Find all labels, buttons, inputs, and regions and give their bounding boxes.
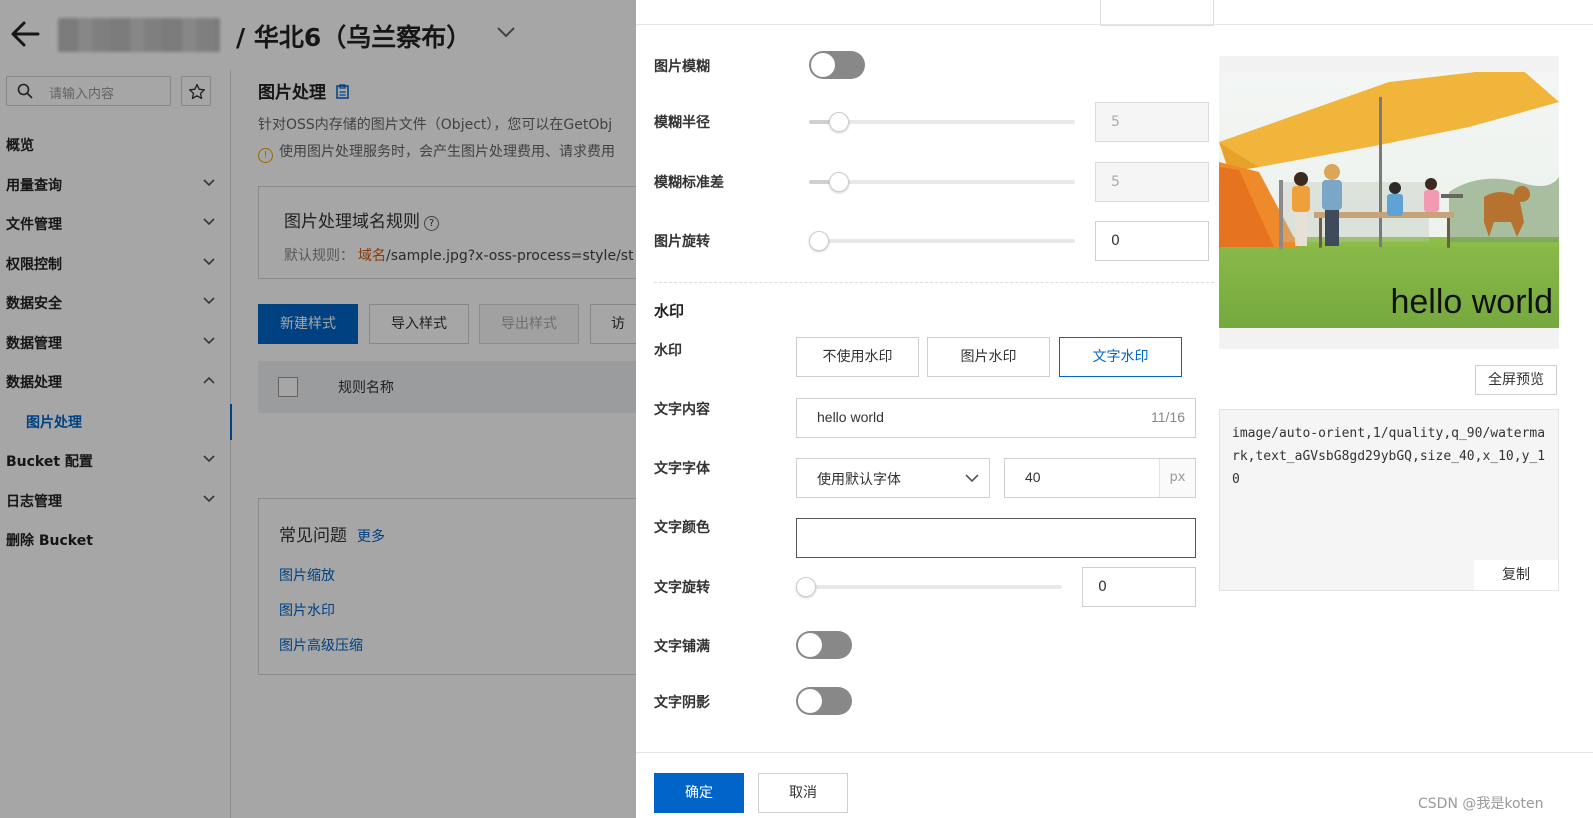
blur-sigma-input[interactable]: 5 — [1095, 162, 1209, 202]
fullscreen-preview-button[interactable]: 全屏预览 — [1475, 365, 1557, 395]
watermark-credit: CSDN @我是koten — [1418, 796, 1544, 812]
blur-radius-label: 模糊半径 — [654, 115, 710, 131]
image-watermark-option[interactable]: 图片水印 — [927, 337, 1050, 377]
text-font-label: 文字字体 — [654, 461, 710, 477]
drawer-footer: 确定 取消 CSDN @我是koten — [636, 752, 1593, 818]
text-content-input[interactable]: hello world 11/16 — [796, 398, 1196, 438]
text-color-label: 文字颜色 — [654, 520, 710, 536]
text-content-value: hello world — [817, 409, 884, 425]
blur-sigma-label: 模糊标准差 — [654, 175, 724, 191]
text-rotate-slider[interactable] — [796, 577, 1062, 597]
no-watermark-option[interactable]: 不使用水印 — [796, 337, 919, 377]
text-shadow-toggle[interactable] — [796, 687, 852, 715]
blur-label: 图片模糊 — [654, 59, 710, 75]
rotate-input[interactable]: 0 — [1095, 221, 1209, 261]
text-rotate-input[interactable]: 0 — [1082, 567, 1196, 607]
blur-radius-slider[interactable] — [809, 112, 1075, 132]
cancel-button[interactable]: 取消 — [758, 773, 848, 813]
slider-handle[interactable] — [829, 112, 850, 132]
font-select[interactable]: 使用默认字体 — [796, 458, 990, 498]
slider-handle[interactable] — [829, 172, 850, 192]
font-select-value: 使用默认字体 — [817, 472, 901, 488]
slider-track — [796, 585, 1062, 589]
text-tile-toggle[interactable] — [796, 631, 852, 659]
chevron-down-icon — [965, 474, 979, 483]
text-content-label: 文字内容 — [654, 402, 710, 418]
font-size-unit: px — [1159, 459, 1195, 497]
text-color-input[interactable] — [796, 518, 1196, 558]
preview-photo: hello world — [1219, 72, 1559, 328]
rotate-slider[interactable] — [809, 231, 1075, 251]
style-code-box: image/auto-orient,1/quality,q_90/waterma… — [1219, 409, 1559, 591]
slider-handle[interactable] — [796, 577, 816, 597]
section-divider — [654, 282, 1214, 283]
text-watermark-option[interactable]: 文字水印 — [1059, 337, 1182, 377]
input-fragment — [1100, 0, 1214, 26]
copy-button[interactable]: 复制 — [1474, 560, 1558, 590]
rotate-label: 图片旋转 — [654, 234, 710, 250]
watermark-text: hello world — [1390, 283, 1553, 321]
blur-sigma-slider[interactable] — [809, 172, 1075, 192]
watermark-section-title: 水印 — [654, 302, 685, 320]
style-edit-drawer: 图片模糊 模糊半径 5 模糊标准差 5 图片旋转 0 水印 水印 不使用水印 图… — [636, 0, 1593, 818]
slider-handle[interactable] — [809, 231, 829, 251]
watermark-label: 水印 — [654, 343, 682, 359]
modal-overlay[interactable] — [0, 0, 636, 818]
char-counter: 11/16 — [1151, 409, 1185, 425]
blur-radius-input[interactable]: 5 — [1095, 102, 1209, 142]
text-rotate-label: 文字旋转 — [654, 580, 710, 596]
text-tile-label: 文字铺满 — [654, 639, 710, 655]
text-shadow-label: 文字阴影 — [654, 695, 710, 711]
font-size-input[interactable]: 40 px — [1004, 458, 1196, 498]
blur-toggle[interactable] — [809, 51, 865, 79]
font-size-value: 40 — [1025, 469, 1041, 485]
image-preview: hello world — [1219, 56, 1559, 349]
style-code: image/auto-orient,1/quality,q_90/waterma… — [1232, 426, 1546, 487]
confirm-button[interactable]: 确定 — [654, 773, 744, 813]
slider-track — [809, 239, 1075, 243]
